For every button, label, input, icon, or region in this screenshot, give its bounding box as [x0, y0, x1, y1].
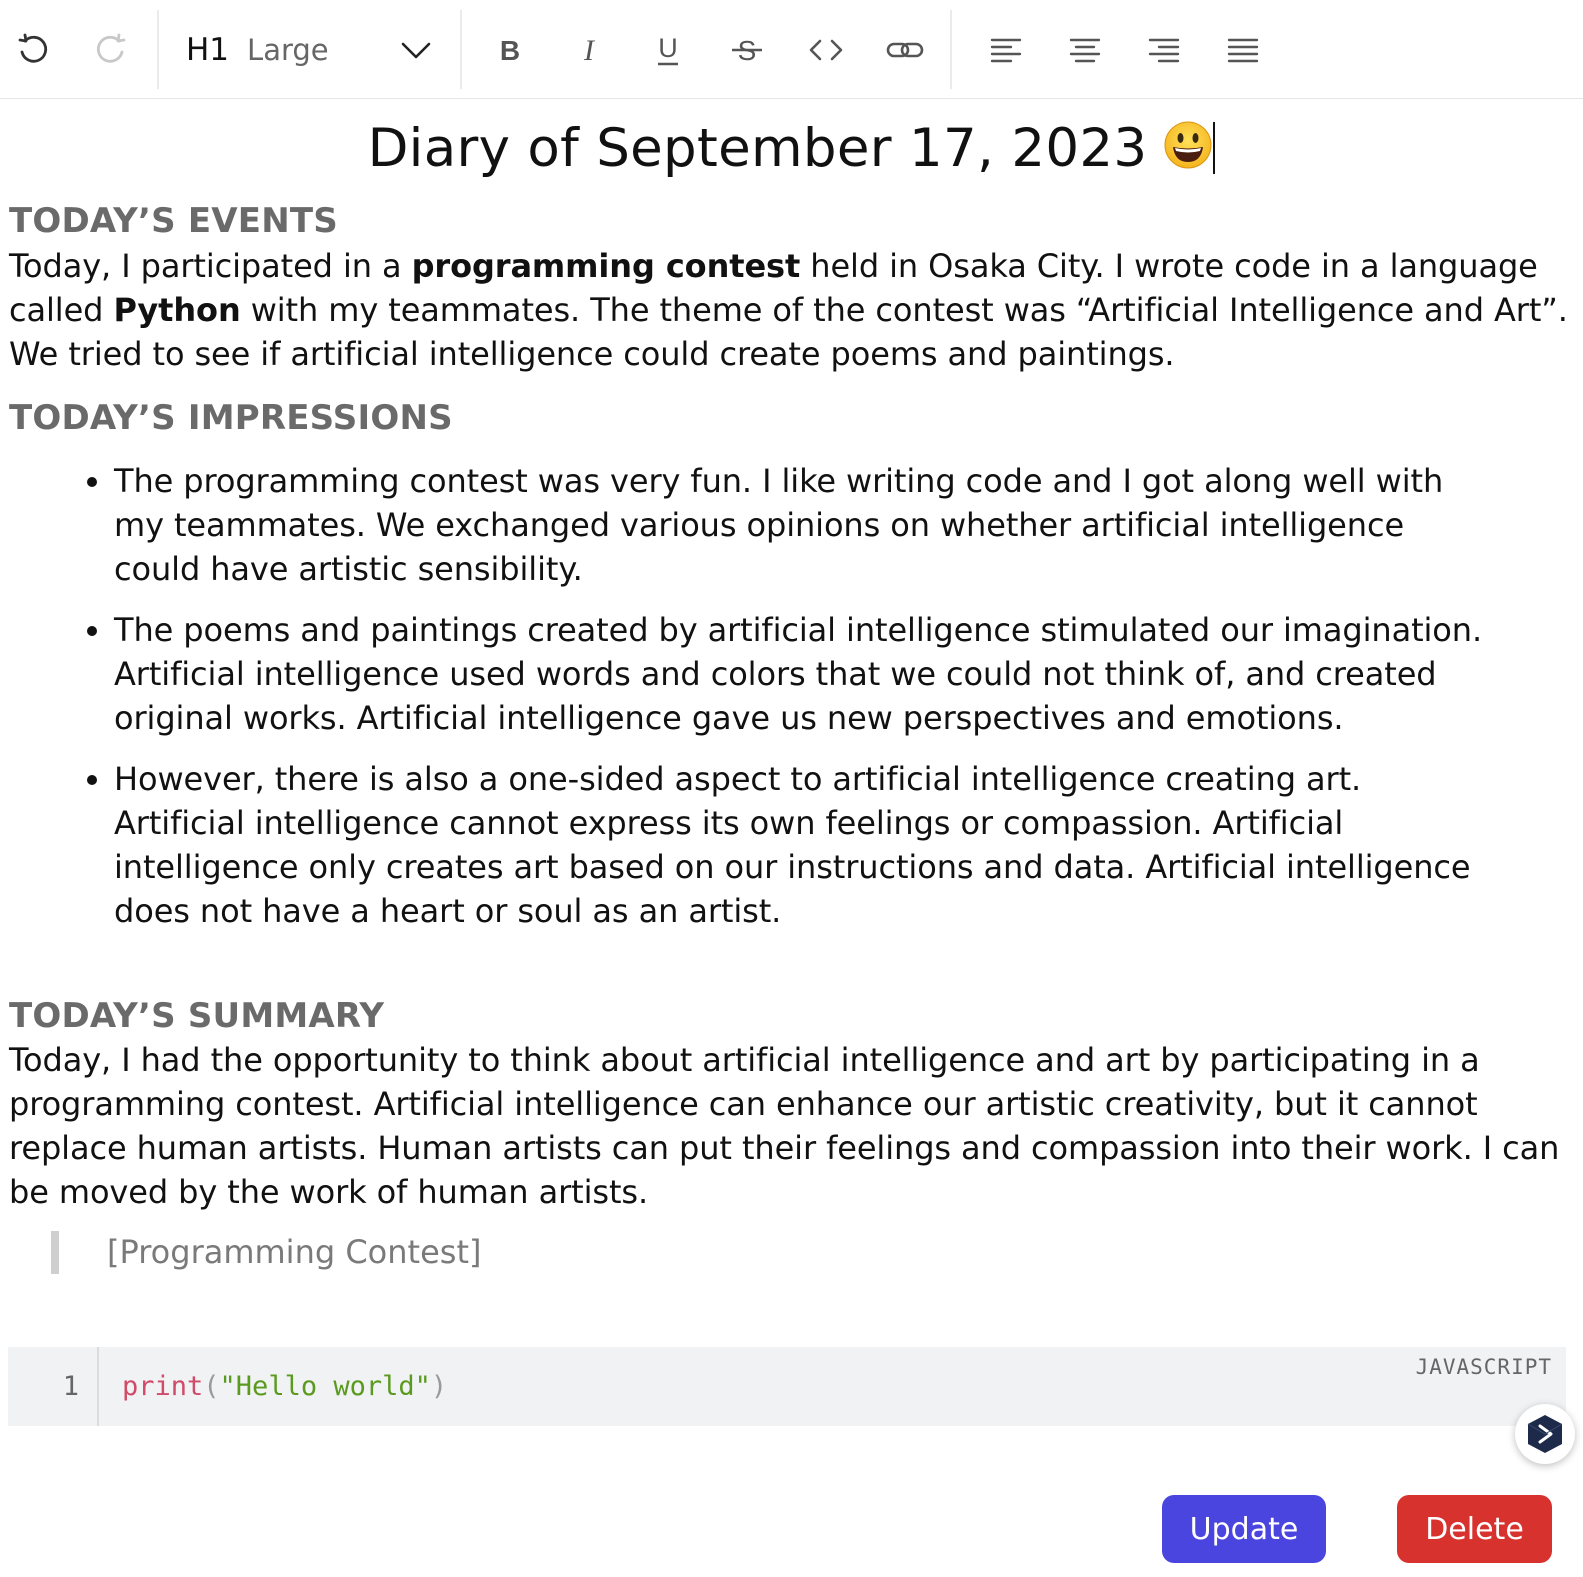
chevron-down-icon: [401, 42, 431, 59]
list-item[interactable]: The poems and paintings created by artif…: [114, 608, 1500, 740]
toolbar-divider: [157, 10, 159, 89]
svg-text:B: B: [500, 35, 520, 66]
events-text-3: with my teammates. The theme of the cont…: [9, 291, 1568, 373]
toolbar-divider: [950, 10, 952, 89]
link-button[interactable]: [881, 26, 929, 74]
heading-level-label: Large: [247, 33, 329, 67]
heading-level-select[interactable]: H1 Large: [186, 24, 446, 76]
assistant-button[interactable]: [1515, 1404, 1575, 1464]
impressions-list: The programming contest was very fun. I …: [80, 459, 1500, 950]
events-paragraph[interactable]: Today, I participated in a programming c…: [9, 244, 1569, 376]
link-icon: [886, 42, 924, 58]
underline-button[interactable]: U: [644, 26, 692, 74]
svg-text:U: U: [658, 33, 678, 63]
align-justify-button[interactable]: [1219, 26, 1267, 74]
list-item[interactable]: However, there is also a one-sided aspec…: [114, 757, 1500, 933]
align-right-button[interactable]: [1140, 26, 1188, 74]
text-caret: [1213, 122, 1216, 174]
code-line: print("Hello world"): [122, 1347, 447, 1426]
align-left-button[interactable]: [982, 26, 1030, 74]
undo-button[interactable]: [9, 26, 57, 74]
bold-icon: B: [500, 35, 520, 66]
strikethrough-button[interactable]: S: [723, 26, 771, 74]
list-item[interactable]: The programming contest was very fun. I …: [114, 459, 1500, 591]
align-right-icon: [1148, 38, 1180, 63]
align-center-button[interactable]: [1061, 26, 1109, 74]
impressions-heading: TODAY’S IMPRESSIONS: [9, 398, 453, 438]
assistant-hexagon-icon: [1527, 1415, 1563, 1453]
align-left-icon: [990, 38, 1022, 63]
code-string: "Hello world": [219, 1371, 431, 1402]
delete-button[interactable]: Delete: [1397, 1495, 1552, 1563]
svg-text:I: I: [583, 34, 596, 66]
code-button[interactable]: [802, 26, 850, 74]
line-number: 1: [8, 1347, 99, 1426]
events-bold-1: programming contest: [411, 247, 801, 285]
events-heading: TODAY’S EVENTS: [9, 201, 338, 241]
update-button[interactable]: Update: [1162, 1495, 1326, 1563]
summary-heading: TODAY’S SUMMARY: [9, 996, 385, 1036]
redo-button[interactable]: [87, 26, 135, 74]
code-block[interactable]: 1 print("Hello world") JAVASCRIPT: [8, 1347, 1566, 1426]
heading-level-code: H1: [186, 32, 230, 68]
document-title-text: Diary of September 17, 2023: [367, 118, 1148, 179]
underline-icon: U: [658, 33, 678, 66]
grinning-face-icon: [1163, 120, 1213, 183]
strikethrough-icon: S: [732, 35, 762, 66]
code-function: print: [122, 1371, 204, 1402]
document-title[interactable]: Diary of September 17, 2023: [0, 118, 1583, 183]
events-text-1: Today, I participated in a: [9, 247, 412, 285]
editor-toolbar: H1 Large B I U S: [0, 0, 1583, 99]
blockquote[interactable]: [Programming Contest]: [51, 1231, 481, 1274]
bold-button[interactable]: B: [486, 26, 534, 74]
events-bold-2: Python: [113, 291, 241, 329]
toolbar-divider: [460, 10, 462, 89]
code-open-paren: (: [203, 1371, 220, 1402]
undo-icon: [18, 33, 48, 63]
align-center-icon: [1069, 38, 1101, 63]
summary-paragraph[interactable]: Today, I had the opportunity to think ab…: [9, 1038, 1569, 1214]
code-close-paren: ): [430, 1371, 448, 1402]
italic-icon: I: [583, 34, 596, 66]
code-icon: [809, 39, 843, 61]
code-language-label[interactable]: JAVASCRIPT: [1416, 1355, 1552, 1379]
align-justify-icon: [1227, 38, 1259, 63]
italic-button[interactable]: I: [565, 26, 613, 74]
redo-icon: [96, 33, 126, 63]
